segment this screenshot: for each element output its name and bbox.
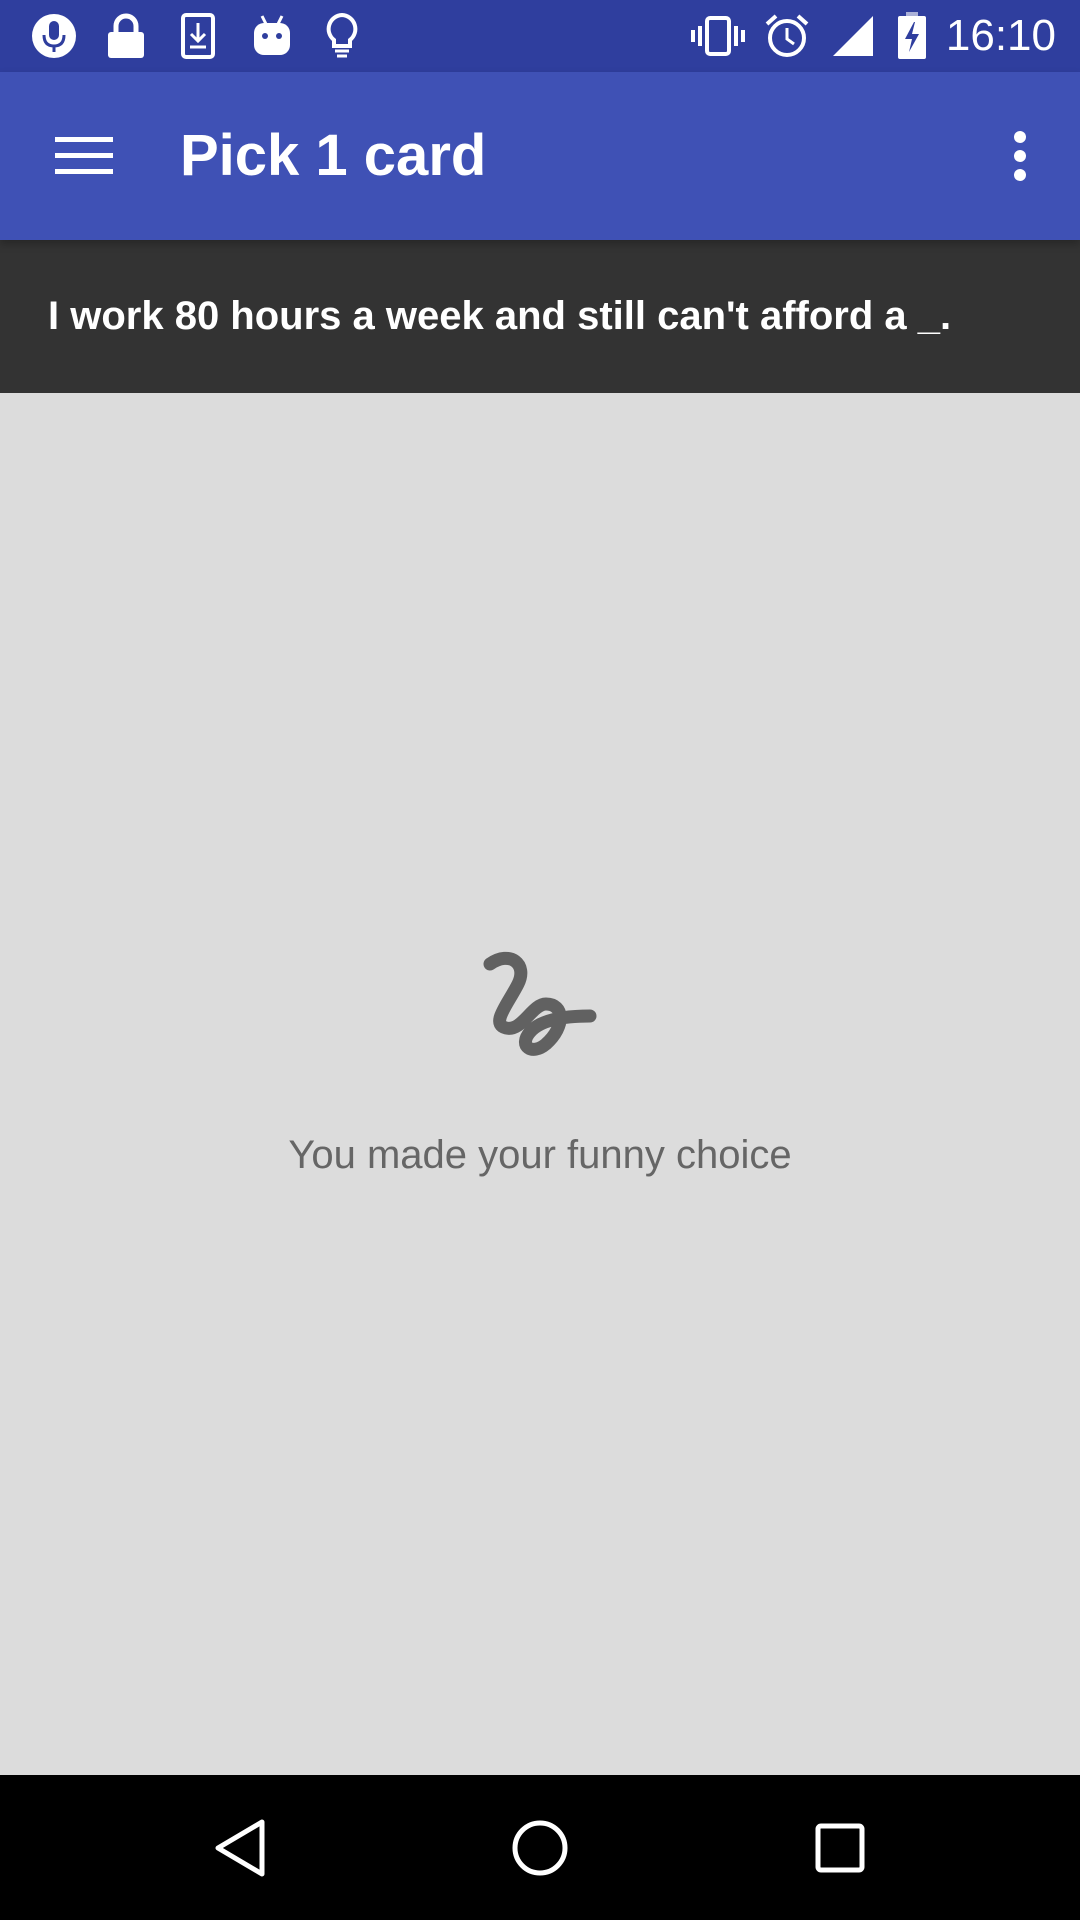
signal-icon (830, 12, 876, 60)
page-title: Pick 1 card (180, 123, 487, 188)
download-icon (178, 12, 218, 60)
overflow-menu-button[interactable] (984, 114, 1056, 198)
app-bar: Pick 1 card (0, 72, 1080, 240)
more-vert-icon (1014, 131, 1026, 181)
empty-state-message: You made your funny choice (288, 1133, 792, 1177)
home-icon (512, 1820, 568, 1875)
microphone-icon (28, 12, 80, 60)
home-button[interactable] (460, 1775, 620, 1920)
navigation-menu-button[interactable] (30, 114, 138, 198)
screen: 16:10 Pick 1 card I work 80 hours a week… (0, 0, 1080, 1920)
alarm-icon (764, 12, 810, 60)
status-bar: 16:10 (0, 0, 1080, 72)
question-card: I work 80 hours a week and still can't a… (0, 240, 1080, 393)
android-icon (252, 12, 292, 60)
back-icon (215, 1819, 265, 1876)
navigation-bar (0, 1775, 1080, 1920)
back-button[interactable] (160, 1775, 320, 1920)
question-text: I work 80 hours a week and still can't a… (48, 294, 952, 338)
battery-charging-icon (896, 12, 928, 60)
squiggle-icon (483, 952, 597, 1056)
empty-state: You made your funny choice (0, 393, 1080, 1775)
hamburger-menu-icon (55, 137, 113, 174)
recents-button[interactable] (760, 1775, 920, 1920)
vibrate-icon (690, 12, 746, 60)
recents-icon (815, 1823, 865, 1872)
lock-icon (104, 12, 148, 60)
status-clock: 16:10 (945, 11, 1056, 60)
lightbulb-icon (322, 12, 362, 60)
